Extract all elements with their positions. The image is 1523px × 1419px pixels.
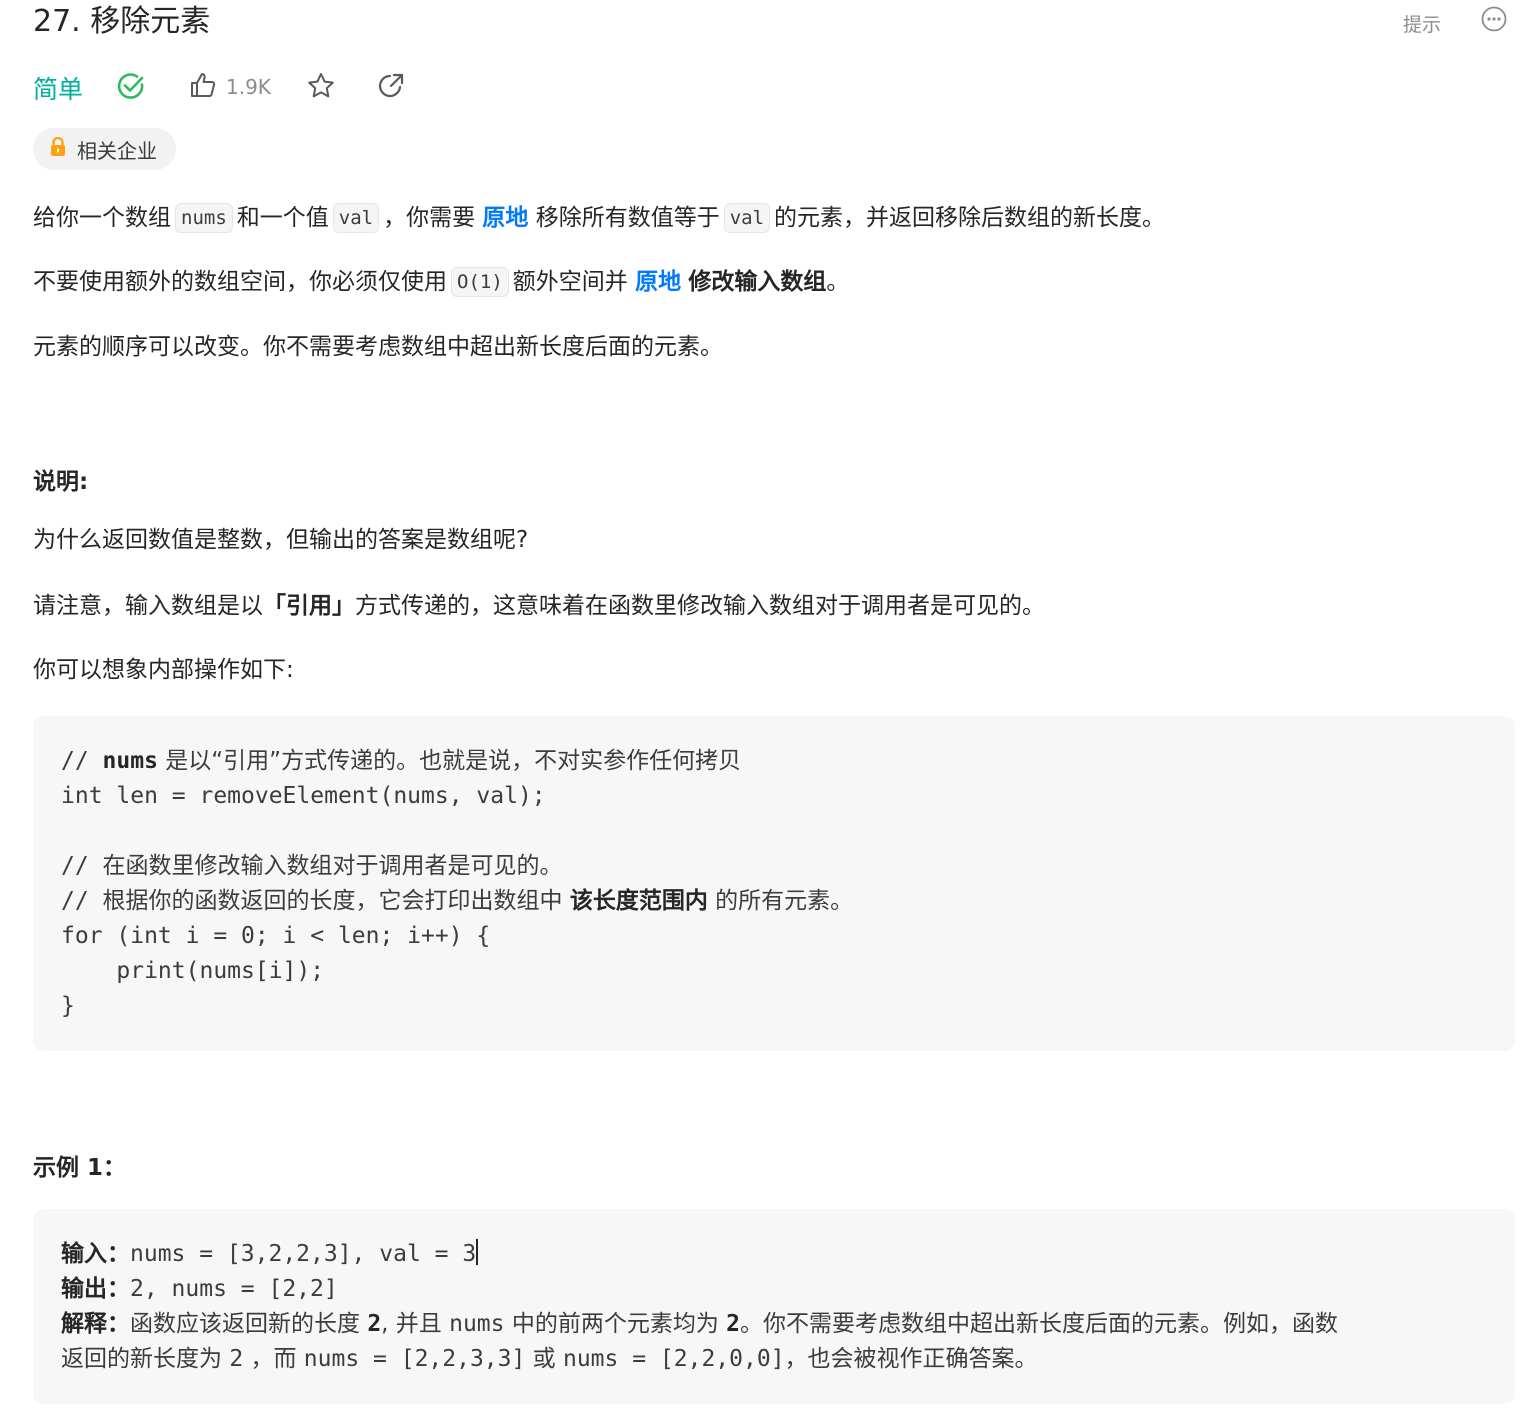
like-count: 1.9K — [226, 75, 271, 99]
code-line: // 根据你的函数返回的长度，它会打印出数组中 该长度范围内 的所有元素。 — [61, 888, 854, 914]
problem-title: 27. 移除元素 — [33, 4, 211, 39]
related-companies-label: 相关企业 — [77, 138, 157, 163]
in-place-link[interactable]: 原地 — [635, 269, 681, 295]
lock-icon — [49, 136, 67, 161]
example-1-block: 输入：nums = [3,2,2,3], val = 3 输出：2, nums … — [33, 1209, 1515, 1404]
like-button[interactable]: 1.9K — [188, 70, 271, 104]
code-line: int len = removeElement(nums, val); — [61, 783, 546, 809]
description-paragraph-3: 元素的顺序可以改变。你不需要考虑数组中超出新长度后面的元素。 — [33, 334, 723, 360]
code-line: // 在函数里修改输入数组对于调用者是可见的。 — [61, 853, 563, 879]
share-icon[interactable] — [376, 71, 406, 101]
inline-code-o1: O(1) — [451, 267, 509, 297]
example-output-line: 输出：2, nums = [2,2] — [61, 1276, 338, 1302]
explanation-heading: 说明: — [33, 469, 89, 495]
description-paragraph-1: 给你一个数组 nums 和一个值 val ，你需要 原地 移除所有数值等于 val 的元素，… — [33, 203, 1166, 233]
code-line: print(nums[i]); — [61, 958, 325, 984]
code-block: // nums 是以“引用”方式传递的。也就是说，不对实参作任何拷贝 int l… — [33, 716, 1515, 1051]
code-line: for (int i = 0; i < len; i++) { — [61, 923, 491, 949]
explanation-imagine: 你可以想象内部操作如下: — [33, 657, 294, 683]
explanation-note: 请注意，输入数组是以「引用」方式传递的，这意味着在函数里修改输入数组对于调用者是… — [33, 593, 1045, 619]
solved-check-icon — [116, 71, 146, 101]
example-explain-line-2: 返回的新长度为 2 ，而 nums = [2,2,3,3] 或 nums = [… — [61, 1346, 1038, 1372]
text-cursor — [476, 1239, 479, 1265]
related-companies-tag[interactable]: 相关企业 — [33, 128, 176, 170]
explanation-question: 为什么返回数值是整数，但输出的答案是数组呢? — [33, 527, 529, 553]
difficulty-badge: 简单 — [33, 75, 84, 104]
inline-code-val: val — [332, 203, 380, 233]
inline-code-nums: nums — [175, 203, 233, 233]
example-input-line: 输入：nums = [3,2,2,3], val = 3 — [61, 1239, 479, 1267]
description-paragraph-2: 不要使用额外的数组空间，你必须仅使用 O(1) 额外空间并 原地 修改输入数组。 — [33, 267, 850, 297]
example-1-heading: 示例 1： — [33, 1155, 127, 1181]
thumbs-up-icon — [188, 70, 218, 104]
code-line: // nums 是以“引用”方式传递的。也就是说，不对实参作任何拷贝 — [61, 748, 742, 774]
more-options-icon[interactable] — [1481, 6, 1507, 32]
example-explain-line: 解释：函数应该返回新的长度 2, 并且 nums 中的前两个元素均为 2。你不需… — [61, 1311, 1338, 1337]
favorite-star-icon[interactable] — [306, 71, 336, 101]
inline-code-val: val — [723, 203, 771, 233]
code-line: } — [61, 993, 75, 1019]
hint-button[interactable]: 提示 — [1403, 10, 1441, 37]
in-place-link[interactable]: 原地 — [482, 205, 528, 231]
